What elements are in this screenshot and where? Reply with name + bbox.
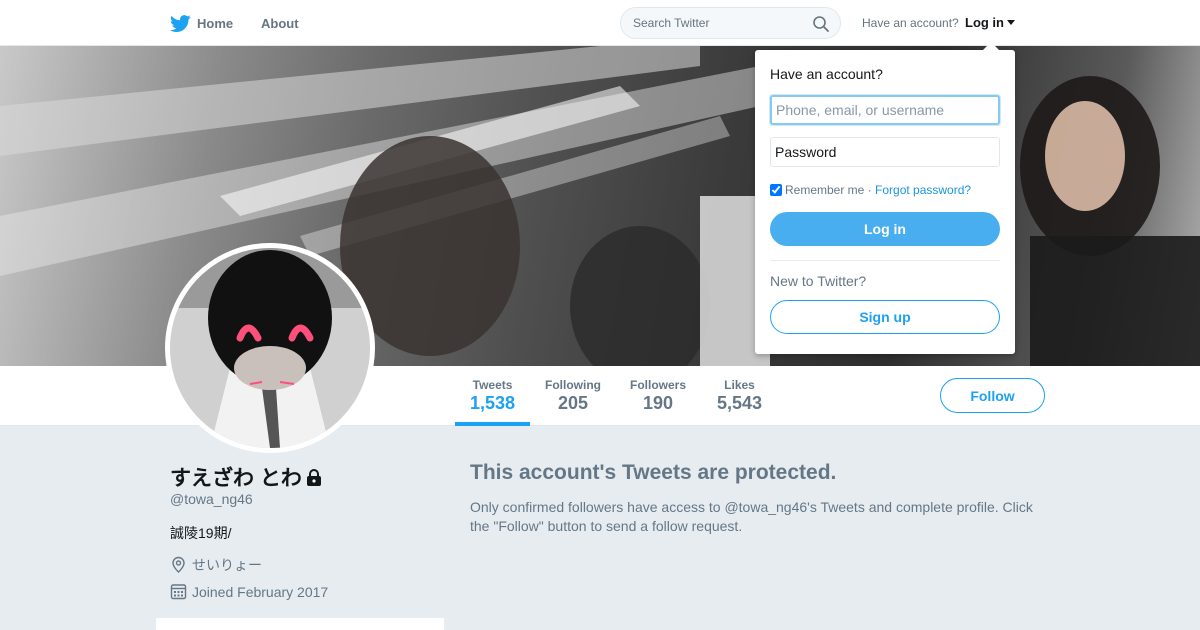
- display-name-text: すえざわ とわ: [170, 467, 302, 490]
- divider: [770, 260, 1000, 261]
- login-label: Log in: [965, 15, 1004, 30]
- login-button[interactable]: Log in: [770, 212, 1000, 246]
- dropdown-heading: Have an account?: [770, 66, 883, 82]
- caret-down-icon: [1007, 20, 1015, 25]
- stat-label: Tweets: [472, 378, 513, 392]
- signup-button[interactable]: Sign up: [770, 300, 1000, 334]
- protected-text: Only confirmed followers have access to …: [470, 499, 1033, 534]
- side-card: [156, 618, 444, 630]
- have-account-text: Have an account?: [862, 16, 959, 30]
- remember-checkbox[interactable]: [770, 184, 782, 196]
- stat-value: 1,538: [470, 393, 516, 413]
- new-to-twitter-text: New to Twitter?: [770, 273, 867, 289]
- stat-label: Likes: [724, 378, 755, 392]
- calendar-icon: [170, 584, 187, 600]
- display-name: すえざわ とわ: [170, 462, 322, 492]
- stat-value: 190: [642, 393, 674, 413]
- profile-joined: Joined February 2017: [170, 583, 328, 600]
- active-tab-indicator: [455, 422, 530, 426]
- search-input[interactable]: Search Twitter: [633, 16, 709, 30]
- search-icon[interactable]: [812, 15, 830, 33]
- follow-button[interactable]: Follow: [940, 378, 1045, 413]
- top-nav: Home About Search Twitter Have an accoun…: [0, 0, 1200, 46]
- stat-value: 5,543: [717, 393, 763, 413]
- stat-followers[interactable]: Followers 190: [630, 378, 686, 414]
- login-dropdown-toggle[interactable]: Log in: [965, 15, 1015, 30]
- location-pin-icon: [172, 556, 185, 573]
- profile-bio: 誠陵19期/: [170, 525, 232, 541]
- separator-dot: ·: [864, 183, 876, 197]
- nav-home-link[interactable]: Home: [197, 16, 233, 31]
- stat-tweets[interactable]: Tweets 1,538: [470, 378, 515, 414]
- login-dropdown: Have an account? Remember me · Forgot pa…: [755, 42, 1015, 354]
- stat-label: Following: [545, 378, 601, 392]
- lock-icon: [306, 469, 321, 486]
- location-text: せいりょー: [192, 557, 262, 573]
- protected-title: This account's Tweets are protected.: [470, 461, 837, 484]
- remember-label[interactable]: Remember me: [785, 183, 864, 197]
- avatar-photo: [170, 248, 370, 448]
- joined-text: Joined February 2017: [192, 584, 329, 600]
- nav-about-link[interactable]: About: [261, 16, 299, 31]
- remember-row: Remember me · Forgot password?: [770, 183, 971, 197]
- password-field[interactable]: [770, 137, 1000, 167]
- stat-value: 205: [557, 393, 589, 413]
- stat-label: Followers: [630, 378, 687, 392]
- avatar[interactable]: [165, 243, 375, 453]
- forgot-password-link[interactable]: Forgot password?: [875, 183, 971, 197]
- stat-following[interactable]: Following 205: [545, 378, 601, 414]
- dropdown-caret: [983, 42, 999, 50]
- username-field[interactable]: [770, 95, 1000, 125]
- profile-location: せいりょー: [170, 555, 262, 575]
- twitter-bird-icon[interactable]: [170, 13, 191, 34]
- profile-handle[interactable]: @towa_ng46: [170, 491, 253, 507]
- search-box[interactable]: Search Twitter: [620, 7, 841, 39]
- stat-likes[interactable]: Likes 5,543: [717, 378, 762, 414]
